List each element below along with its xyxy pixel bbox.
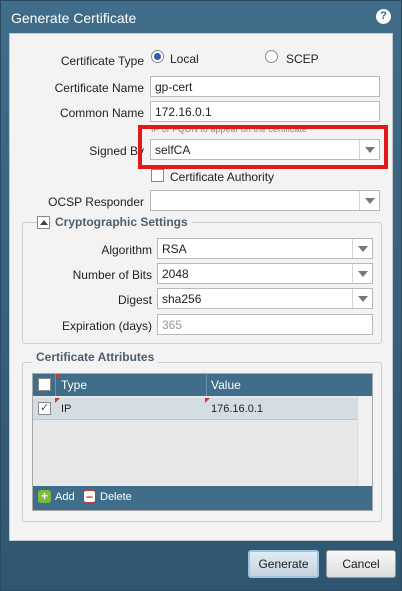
table-header: Type Value: [33, 374, 372, 396]
generate-button[interactable]: Generate: [248, 550, 319, 578]
delete-label: Delete: [100, 491, 132, 503]
row-value-cell[interactable]: 176.16.0.1: [211, 403, 263, 415]
chevron-down-icon[interactable]: [352, 264, 372, 283]
ocsp-responder-label: OCSP Responder: [48, 195, 144, 209]
expiration-label: Expiration (days): [61, 319, 152, 333]
certificate-type-label: Certificate Type: [60, 54, 144, 68]
common-name-label: Common Name: [59, 106, 144, 120]
bits-select[interactable]: 2048: [157, 263, 373, 284]
column-divider: [206, 374, 207, 396]
type-local-radio[interactable]: [151, 50, 164, 63]
certificate-name-label: Certificate Name: [54, 81, 144, 95]
table-footer: + Add − Delete: [33, 486, 372, 510]
row-type-cell[interactable]: IP: [61, 403, 71, 415]
digest-value: sha256: [162, 292, 202, 306]
table-row[interactable]: IP 176.16.0.1: [33, 398, 357, 420]
cert-attributes-title: Certificate Attributes: [32, 350, 159, 364]
collapse-icon[interactable]: [37, 216, 50, 229]
minus-icon: −: [83, 490, 96, 503]
bits-value: 2048: [162, 267, 189, 281]
algorithm-select[interactable]: RSA: [157, 238, 373, 259]
algorithm-label: Algorithm: [101, 243, 152, 257]
crypto-settings-title: Cryptographic Settings: [51, 215, 192, 229]
row-checkbox[interactable]: [38, 401, 51, 415]
table-scrollbar[interactable]: [357, 396, 372, 486]
bits-label: Number of Bits: [72, 268, 152, 282]
add-label: Add: [55, 491, 75, 503]
cell-edit-marker-icon: [205, 398, 210, 403]
plus-icon: +: [38, 490, 51, 503]
certificate-authority-checkbox[interactable]: [151, 169, 164, 182]
signed-by-label: Signed By: [89, 144, 144, 158]
certificate-name-input[interactable]: gp-cert: [150, 76, 380, 97]
column-header-type[interactable]: Type: [61, 378, 87, 392]
delete-button[interactable]: − Delete: [83, 490, 132, 503]
type-scep-label[interactable]: SCEP: [286, 52, 319, 66]
digest-label: Digest: [117, 293, 152, 307]
chevron-down-icon[interactable]: [352, 289, 372, 308]
signed-by-highlight-box: [138, 125, 388, 169]
type-local-label[interactable]: Local: [170, 52, 199, 66]
generate-certificate-dialog: Generate Certificate ? Certificate Type …: [0, 0, 402, 591]
ocsp-responder-select[interactable]: [150, 190, 380, 211]
cancel-button[interactable]: Cancel: [326, 550, 396, 578]
common-name-input[interactable]: 172.16.0.1: [150, 101, 380, 122]
certificate-authority-label[interactable]: Certificate Authority: [170, 170, 274, 184]
expiration-input[interactable]: 365: [157, 314, 373, 335]
attributes-table: Type Value IP 176.16.0.1 + Add − Delete: [32, 373, 373, 511]
chevron-down-icon[interactable]: [359, 191, 379, 210]
add-button[interactable]: + Add: [38, 490, 75, 503]
type-scep-radio[interactable]: [265, 50, 278, 63]
digest-select[interactable]: sha256: [157, 288, 373, 309]
cell-edit-marker-icon: [55, 398, 60, 403]
column-header-value[interactable]: Value: [211, 378, 241, 392]
help-icon[interactable]: ?: [376, 9, 391, 24]
algorithm-value: RSA: [162, 242, 187, 256]
select-all-checkbox[interactable]: [38, 378, 51, 391]
dialog-title: Generate Certificate: [11, 10, 137, 26]
chevron-down-icon[interactable]: [352, 239, 372, 258]
